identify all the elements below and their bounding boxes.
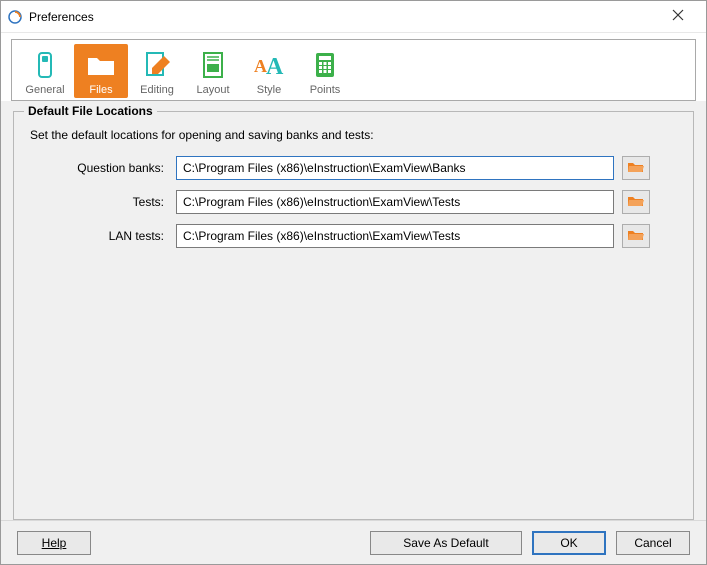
layout-icon bbox=[195, 48, 231, 82]
tab-general[interactable]: General bbox=[18, 44, 72, 98]
group-description: Set the default locations for opening an… bbox=[30, 128, 679, 142]
content-area: Default File Locations Set the default l… bbox=[1, 101, 706, 520]
tab-label: Files bbox=[89, 84, 112, 96]
tab-style[interactable]: AA Style bbox=[242, 44, 296, 98]
tab-label: Points bbox=[310, 84, 341, 96]
points-icon bbox=[307, 48, 343, 82]
question-banks-label: Question banks: bbox=[28, 161, 168, 175]
help-button[interactable]: Help bbox=[17, 531, 91, 555]
tab-editing[interactable]: Editing bbox=[130, 44, 184, 98]
help-button-label: Help bbox=[42, 536, 67, 550]
question-banks-browse-button[interactable] bbox=[622, 156, 650, 180]
save-as-default-button[interactable]: Save As Default bbox=[370, 531, 522, 555]
tests-label: Tests: bbox=[28, 195, 168, 209]
tab-label: Layout bbox=[196, 84, 229, 96]
titlebar: Preferences bbox=[1, 1, 706, 33]
group-title: Default File Locations bbox=[24, 104, 157, 118]
close-button[interactable] bbox=[658, 3, 698, 31]
tab-points[interactable]: Points bbox=[298, 44, 352, 98]
tests-input[interactable] bbox=[176, 190, 614, 214]
folder-open-icon bbox=[627, 194, 645, 211]
editing-icon bbox=[139, 48, 175, 82]
general-icon bbox=[27, 48, 63, 82]
window-title: Preferences bbox=[29, 10, 94, 24]
cancel-button[interactable]: Cancel bbox=[616, 531, 690, 555]
tab-files[interactable]: Files bbox=[74, 44, 128, 98]
svg-text:A: A bbox=[266, 54, 284, 80]
lan-tests-input[interactable] bbox=[176, 224, 614, 248]
toolbar-container: General Files Editing Layout bbox=[1, 33, 706, 101]
files-icon bbox=[83, 48, 119, 82]
folder-open-icon bbox=[627, 160, 645, 177]
tab-layout[interactable]: Layout bbox=[186, 44, 240, 98]
tab-label: Style bbox=[257, 84, 281, 96]
tests-browse-button[interactable] bbox=[622, 190, 650, 214]
app-icon bbox=[7, 9, 23, 25]
ok-button[interactable]: OK bbox=[532, 531, 606, 555]
toolbar: General Files Editing Layout bbox=[11, 39, 696, 101]
default-file-locations-group: Default File Locations Set the default l… bbox=[13, 111, 694, 520]
close-icon bbox=[672, 9, 684, 24]
style-icon: AA bbox=[251, 48, 287, 82]
preferences-window: Preferences General Files bbox=[0, 0, 707, 565]
button-bar: Help Save As Default OK Cancel bbox=[1, 520, 706, 564]
folder-open-icon bbox=[627, 228, 645, 245]
tab-label: Editing bbox=[140, 84, 174, 96]
lan-tests-label: LAN tests: bbox=[28, 229, 168, 243]
tab-label: General bbox=[25, 84, 64, 96]
lan-tests-browse-button[interactable] bbox=[622, 224, 650, 248]
question-banks-input[interactable] bbox=[176, 156, 614, 180]
locations-form: Question banks: Tests: LAN tests: bbox=[28, 156, 658, 248]
